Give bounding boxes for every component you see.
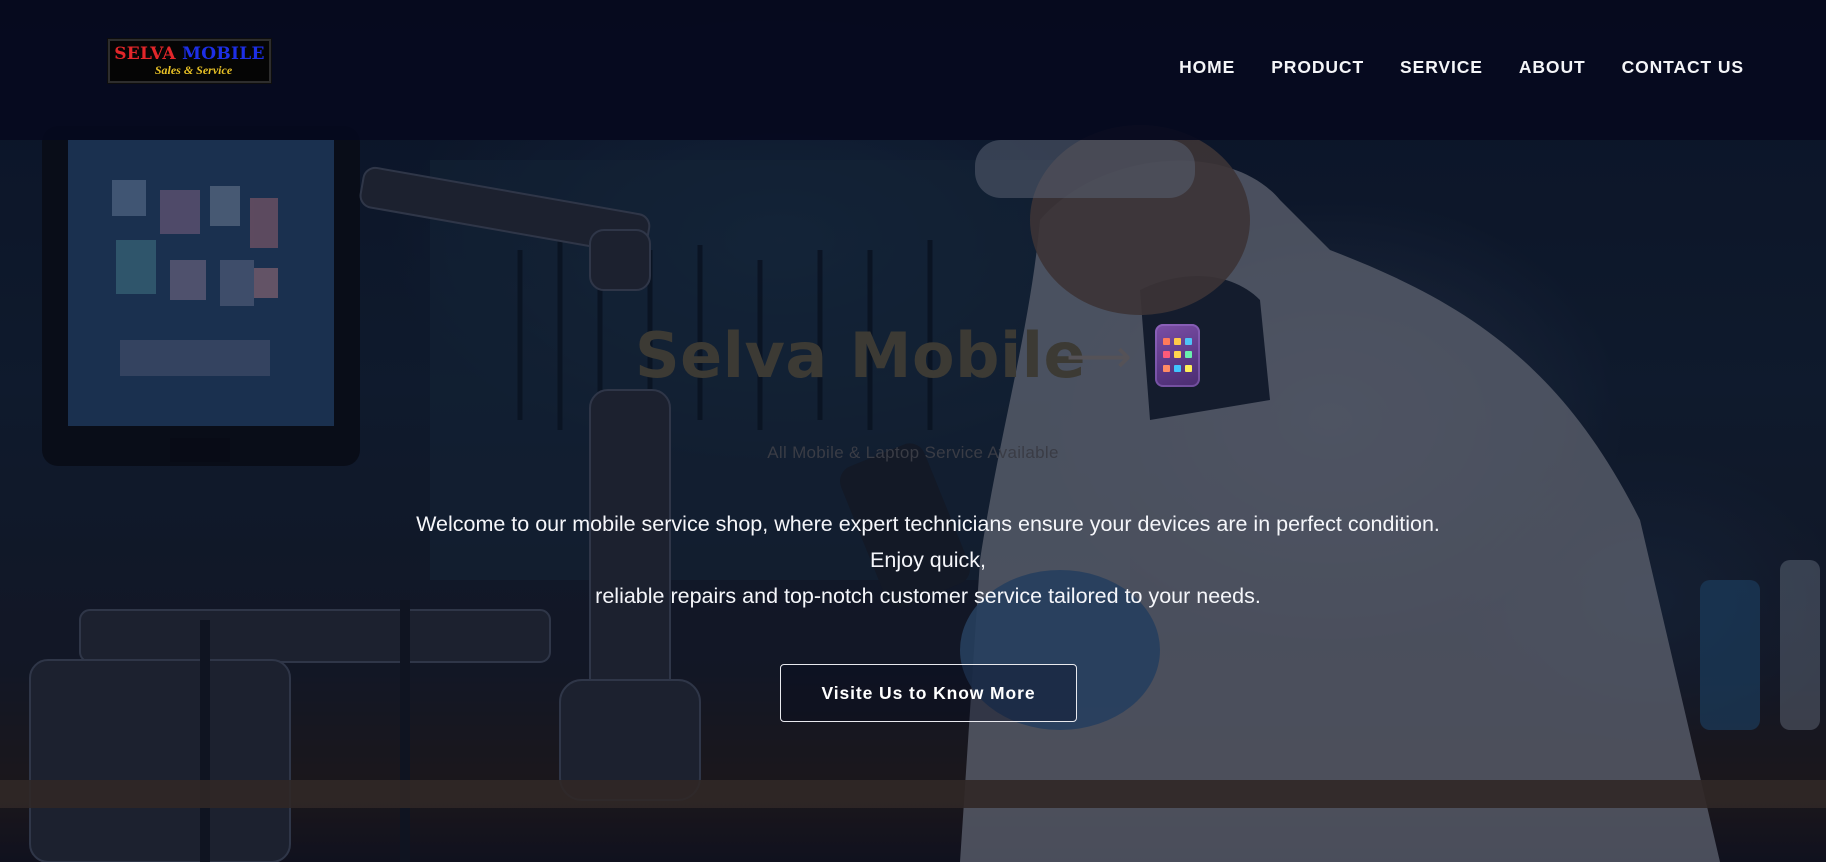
hero-title: Selva Mobile [635, 319, 1087, 392]
top-navbar: SELVA MOBILE Sales & Service HOME PRODUC… [0, 0, 1826, 140]
hero-description-line-1: Welcome to our mobile service shop, wher… [416, 512, 1440, 572]
logo-wordmark: SELVA MOBILE [110, 45, 269, 63]
main-nav: HOME PRODUCT SERVICE ABOUT CONTACT US [1179, 54, 1744, 80]
arrow-right-icon: ⟶ [1066, 329, 1132, 383]
nav-contact-us[interactable]: CONTACT US [1622, 57, 1744, 78]
logo-tagline: Sales & Service [154, 63, 233, 77]
nav-about[interactable]: ABOUT [1519, 57, 1586, 78]
nav-service[interactable]: SERVICE [1400, 57, 1483, 78]
hero-description-line-2: reliable repairs and top-notch customer … [595, 584, 1261, 608]
logo-selva: SELVA [114, 44, 183, 64]
phone-app-grid [1163, 338, 1192, 374]
hero-description: Welcome to our mobile service shop, wher… [393, 506, 1463, 614]
nav-home[interactable]: HOME [1179, 57, 1235, 78]
mobile-phone-icon [1155, 324, 1200, 387]
hero-title-row: Selva Mobile ⟶ [0, 318, 1826, 398]
hero-subtitle: All Mobile & Laptop Service Available [767, 443, 1059, 462]
logo-mobile: MOBILE [182, 44, 265, 64]
nav-product[interactable]: PRODUCT [1271, 57, 1364, 78]
visit-us-button[interactable]: Visite Us to Know More [780, 664, 1077, 722]
brand-logo[interactable]: SELVA MOBILE Sales & Service [108, 39, 271, 83]
